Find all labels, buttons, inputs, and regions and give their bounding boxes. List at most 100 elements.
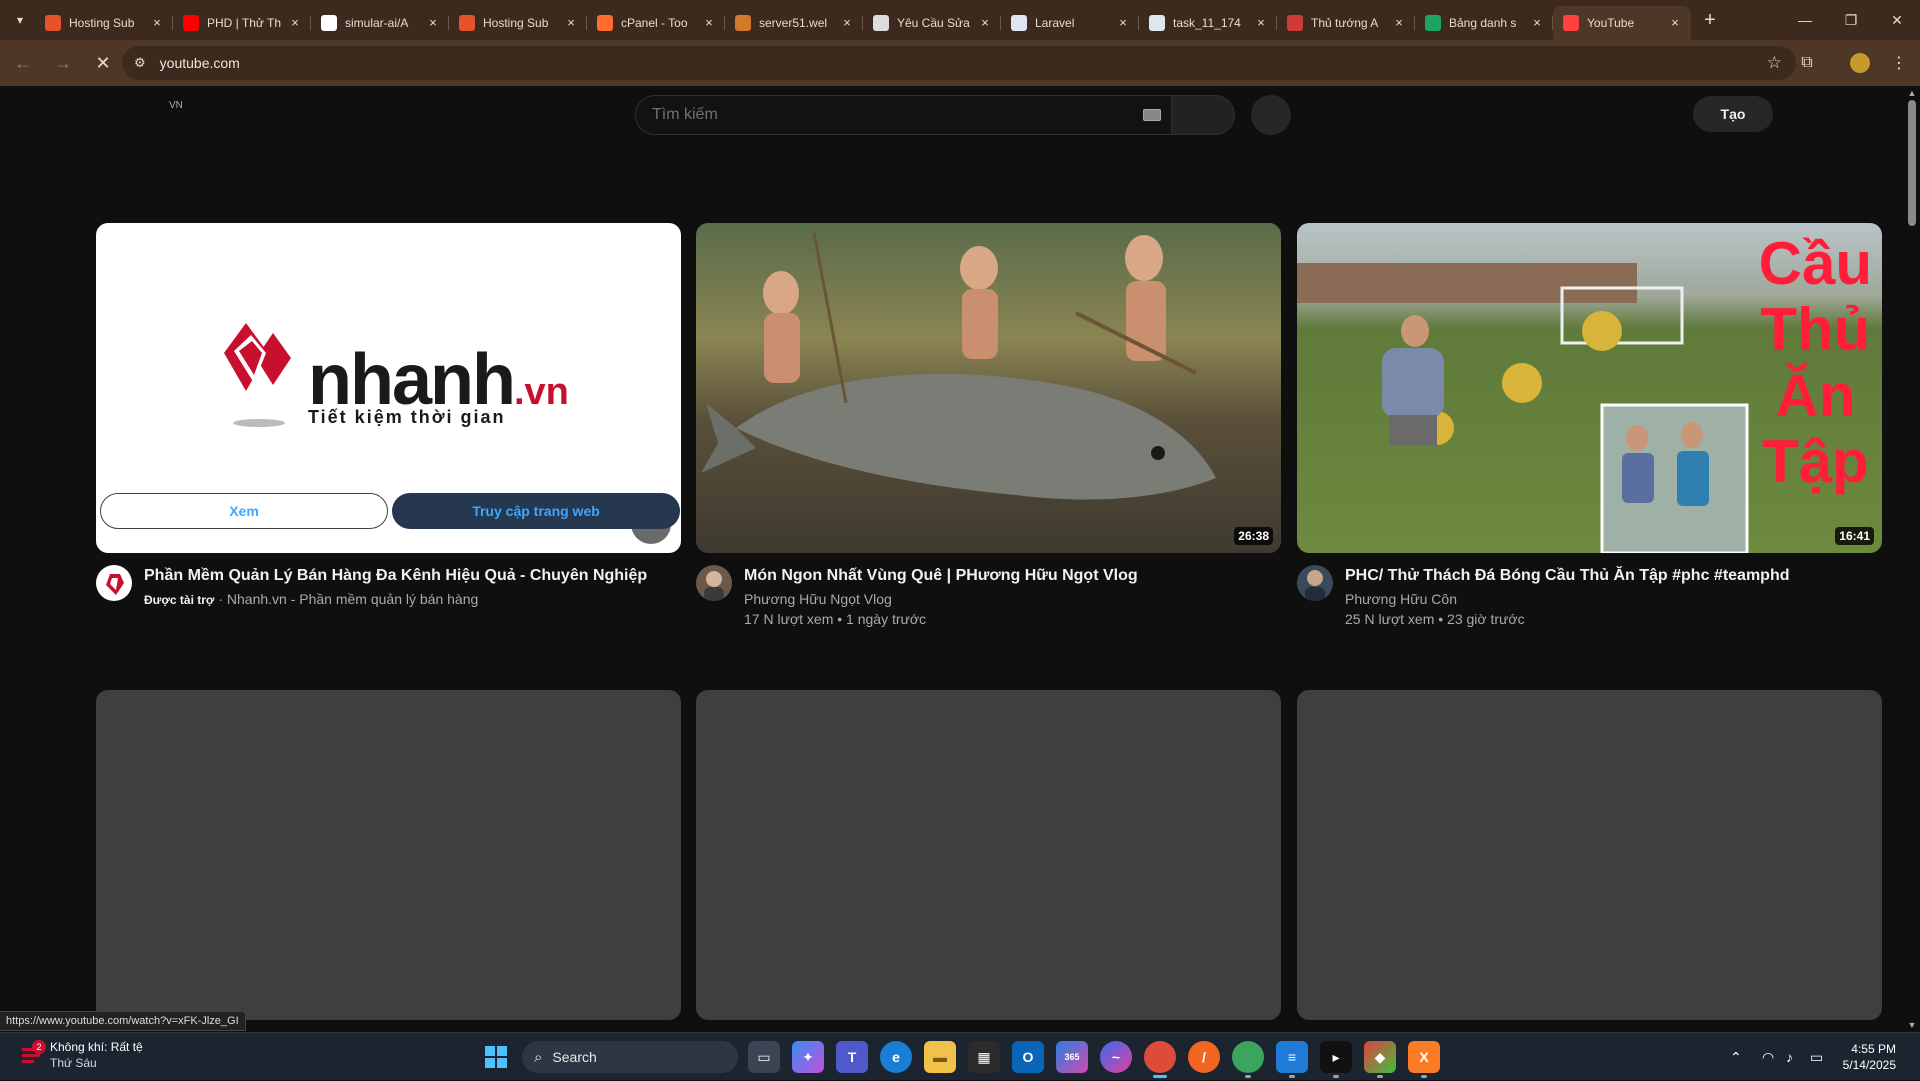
video-thumbnail[interactable]: Cầu Thủ Ăn Tập 16:41: [1297, 223, 1882, 553]
terminal-icon[interactable]: ▸: [1320, 1041, 1352, 1078]
microsoft-store-icon[interactable]: ▦: [968, 1041, 1000, 1073]
clock-date: 5/14/2025: [1842, 1058, 1896, 1072]
address-bar[interactable]: ⚙ youtube.com ☆: [122, 46, 1796, 80]
back-icon[interactable]: ←: [6, 46, 40, 80]
stop-loading-icon[interactable]: ✕: [86, 46, 120, 80]
forward-icon[interactable]: →: [46, 46, 80, 80]
page-scrollbar[interactable]: ▲ ▼: [1904, 86, 1920, 1032]
channel-avatar[interactable]: [1297, 565, 1333, 601]
tab-close-icon[interactable]: ×: [149, 15, 165, 31]
app-icon[interactable]: /: [1188, 1041, 1220, 1073]
channel-name[interactable]: Phương Hữu Côn: [1345, 589, 1882, 609]
chrome-icon[interactable]: [1144, 1041, 1176, 1078]
browser-tab[interactable]: Bảng danh s ×: [1415, 6, 1553, 40]
browser-tab[interactable]: server51.wel ×: [725, 6, 863, 40]
loading-icon: [1563, 15, 1579, 31]
tab-close-icon[interactable]: ×: [701, 15, 717, 31]
address-url: youtube.com: [159, 55, 240, 71]
minimize-icon[interactable]: —: [1782, 0, 1828, 40]
messenger-icon[interactable]: ~: [1100, 1041, 1132, 1073]
video-thumbnail[interactable]: 26:38: [696, 223, 1281, 553]
tab-active[interactable]: YouTube ×: [1553, 6, 1691, 40]
file-explorer-icon[interactable]: ▬: [924, 1041, 956, 1073]
bookmark-star-icon[interactable]: ☆: [1767, 53, 1782, 73]
weather-widget[interactable]: 2 Không khí: Rất tệ Thứ Sáu: [20, 1039, 143, 1071]
close-window-icon[interactable]: ✕: [1874, 0, 1920, 40]
keyboard-icon[interactable]: [1143, 109, 1161, 121]
notepad-icon[interactable]: ≡: [1276, 1041, 1308, 1078]
channel-avatar[interactable]: [96, 565, 132, 601]
restore-icon[interactable]: ❐: [1828, 0, 1874, 40]
wifi-icon[interactable]: ◠: [1762, 1033, 1774, 1081]
video-title[interactable]: Phần Mềm Quản Lý Bán Hàng Đa Kênh Hiệu Q…: [144, 565, 681, 587]
tab-search-chevron-icon[interactable]: ▾: [5, 5, 35, 35]
browser-tab[interactable]: Hosting Sub ×: [449, 6, 587, 40]
video-stats: 17 N lượt xem • 1 ngày trước: [744, 611, 927, 627]
copilot-icon[interactable]: ✦: [792, 1041, 824, 1073]
tray-chevron-icon[interactable]: ⌃: [1730, 1033, 1742, 1081]
windows-taskbar: 2 Không khí: Rất tệ Thứ Sáu ⌕ Search ▭ ✦…: [0, 1032, 1920, 1080]
news-icon: [1287, 15, 1303, 31]
windows-start-icon[interactable]: [480, 1041, 512, 1073]
volume-icon[interactable]: ♪: [1786, 1033, 1793, 1081]
teams-icon[interactable]: T: [836, 1041, 868, 1073]
tab-close-icon[interactable]: ×: [1529, 15, 1545, 31]
search-input[interactable]: Tìm kiếm: [635, 95, 1172, 135]
create-button[interactable]: Tạo: [1693, 96, 1773, 132]
video-title[interactable]: Món Ngon Nhất Vùng Quê | PHương Hữu Ngọt…: [744, 565, 1281, 587]
new-tab-button[interactable]: +: [1695, 5, 1725, 35]
browser-menu-icon[interactable]: ⋮: [1882, 46, 1916, 80]
nhanh-icon: [459, 15, 475, 31]
channel-avatar[interactable]: [696, 565, 732, 601]
browser-tab[interactable]: Thủ tướng A ×: [1277, 6, 1415, 40]
browser-tab[interactable]: cPanel - Too ×: [587, 6, 725, 40]
outlook-icon[interactable]: O: [1012, 1041, 1044, 1073]
tab-close-icon[interactable]: ×: [839, 15, 855, 31]
extensions-icon[interactable]: ⧉: [1790, 46, 1824, 80]
scroll-up-icon[interactable]: ▲: [1907, 88, 1917, 98]
browser-tab[interactable]: Laravel ×: [1001, 6, 1139, 40]
edge-icon[interactable]: e: [880, 1041, 912, 1073]
ad-visit-website-button[interactable]: Truy cập trang web: [392, 493, 680, 529]
scrollbar-thumb[interactable]: [1908, 100, 1916, 226]
scroll-down-icon[interactable]: ▼: [1907, 1020, 1917, 1030]
search-button[interactable]: [1172, 95, 1235, 135]
microsoft-365-icon[interactable]: 365: [1056, 1041, 1088, 1073]
tab-close-icon[interactable]: ×: [1115, 15, 1131, 31]
ad-watch-button[interactable]: Xem: [100, 493, 388, 529]
tab-label: simular-ai/A: [345, 16, 409, 30]
voice-search-button[interactable]: [1251, 95, 1291, 135]
system-clock[interactable]: 4:55 PM 5/14/2025: [1843, 1041, 1896, 1073]
channel-name[interactable]: Phương Hữu Ngọt Vlog: [744, 589, 1281, 609]
battery-icon[interactable]: ▭: [1810, 1033, 1823, 1081]
browser-tab[interactable]: simular-ai/A ×: [311, 6, 449, 40]
git-tool-icon[interactable]: ◆: [1364, 1041, 1396, 1078]
video-card[interactable]: 26:38 Món Ngon Nhất Vùng Quê | PHương Hữ…: [696, 223, 1281, 629]
tab-close-icon[interactable]: ×: [563, 15, 579, 31]
task-view-icon[interactable]: ▭: [748, 1041, 780, 1073]
site-info-icon[interactable]: ⚙: [134, 55, 146, 71]
tab-strip: Hosting Sub × PHD | Thử Th × simular-ai/A × Ho…: [35, 0, 1691, 40]
tab-label: YouTube: [1587, 16, 1635, 30]
tab-close-icon[interactable]: ×: [425, 15, 441, 31]
ad-card[interactable]: nhanh .vn Tiết kiệm thời gian Phần Mềm Q…: [96, 223, 681, 610]
loading-thumbnail-placeholder: [1297, 690, 1882, 1020]
browser-tab[interactable]: task_11_174 ×: [1139, 6, 1277, 40]
browser-tab[interactable]: PHD | Thử Th ×: [173, 6, 311, 40]
channel-name[interactable]: Nhanh.vn - Phần mềm quản lý bán hàng: [227, 591, 478, 607]
tab-close-icon[interactable]: ×: [1391, 15, 1407, 31]
overlay-line: Tập: [1761, 428, 1869, 495]
weather-day: Thứ Sáu: [50, 1056, 97, 1070]
tab-close-icon[interactable]: ×: [977, 15, 993, 31]
chrome-profile-icon[interactable]: [1232, 1041, 1264, 1078]
tab-close-icon[interactable]: ×: [1253, 15, 1269, 31]
tab-close-icon[interactable]: ×: [1667, 15, 1683, 31]
tab-close-icon[interactable]: ×: [287, 15, 303, 31]
taskbar-search[interactable]: ⌕ Search: [522, 1041, 738, 1073]
browser-tab[interactable]: Hosting Sub ×: [35, 6, 173, 40]
profile-avatar[interactable]: [1843, 46, 1877, 80]
video-card[interactable]: Cầu Thủ Ăn Tập 16:41 PHC/ Thử Thách Đá B…: [1297, 223, 1882, 629]
xampp-icon[interactable]: X: [1408, 1041, 1440, 1078]
browser-tab[interactable]: Yêu Cầu Sửa ×: [863, 6, 1001, 40]
video-title[interactable]: PHC/ Thử Thách Đá Bóng Cầu Thủ Ăn Tập #p…: [1345, 565, 1882, 587]
